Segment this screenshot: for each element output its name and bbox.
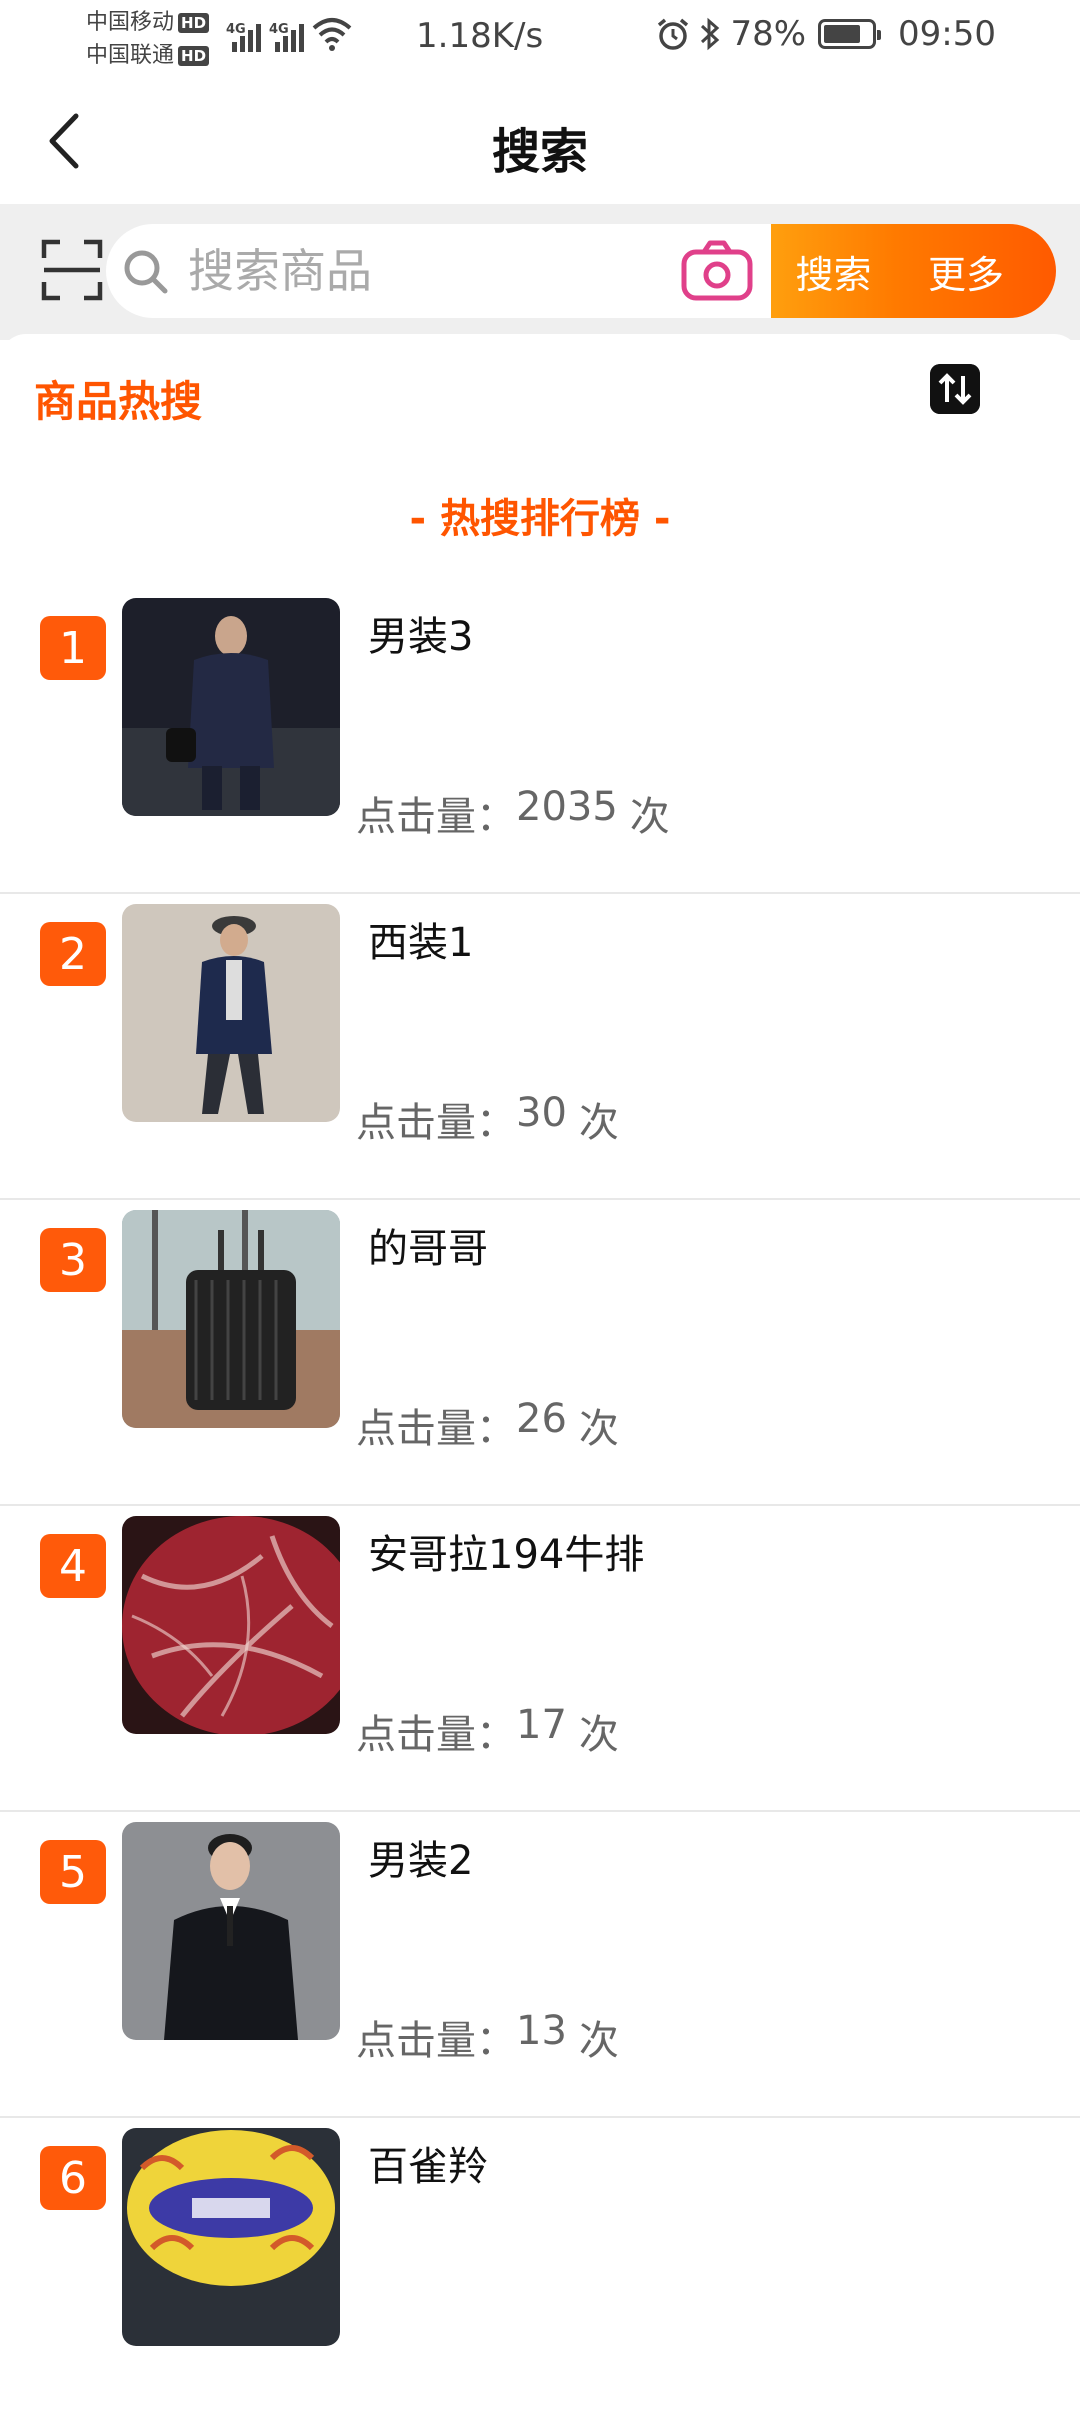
wifi-icon [312, 18, 352, 51]
product-name: 男装3 [368, 614, 474, 660]
product-name: 西装1 [368, 920, 474, 966]
product-image[interactable] [122, 1822, 340, 2040]
search-box: 搜索 更多 [106, 224, 1056, 318]
bluetooth-icon [701, 17, 720, 51]
list-item[interactable]: 5 男装2 点击量： 13 次 [0, 1812, 1080, 2118]
net-speed: 1.18K/s [416, 16, 544, 56]
product-name: 安哥拉194牛排 [368, 1532, 645, 1578]
network-type-2: 4G [269, 22, 289, 37]
click-value: 2035 [516, 784, 618, 830]
product-image[interactable] [122, 904, 340, 1122]
product-name: 百雀羚 [368, 2144, 488, 2190]
click-count: 点击量： 13 次 [356, 2008, 619, 2066]
click-count: 点击量： 30 次 [356, 1090, 619, 1148]
list-item[interactable]: 1 男装3 点击量： 2035 次 [0, 588, 1080, 894]
status-right: 78% 09:50 [656, 14, 996, 54]
header: 搜索 [0, 80, 1080, 204]
list-item[interactable]: 4 安哥拉194牛排 点击量： 17 次 [0, 1506, 1080, 1812]
click-unit: 次 [629, 794, 670, 840]
ranking-heading: - 热搜排行榜 - [409, 496, 671, 542]
product-image[interactable] [122, 1516, 340, 1734]
click-label: 点击量： [356, 2018, 516, 2064]
search-bar: 搜索 更多 [0, 204, 1080, 340]
section-title: 商品热搜 [34, 377, 203, 426]
rank-badge: 4 [40, 1534, 106, 1598]
rank-badge: 2 [40, 922, 106, 986]
click-label: 点击量： [356, 1406, 516, 1452]
click-unit: 次 [578, 2018, 619, 2064]
rank-badge: 1 [40, 616, 106, 680]
more-button[interactable]: 更多 [896, 224, 1056, 318]
hot-search-list: 1 男装3 点击量： 2035 次 2 西装1 点击量： 30 次 3 的哥哥 … [0, 588, 1080, 2424]
carrier-1-name: 中国移动 [86, 10, 175, 35]
camera-icon[interactable] [680, 238, 754, 304]
click-unit: 次 [578, 1100, 619, 1146]
battery-level [824, 25, 860, 43]
click-value: 13 [516, 2008, 567, 2054]
click-count: 点击量： 2035 次 [356, 784, 670, 842]
rank-badge: 5 [40, 1840, 106, 1904]
click-count: 点击量： 17 次 [356, 1702, 619, 1760]
battery-icon [818, 19, 882, 49]
click-label: 点击量： [356, 1100, 516, 1146]
status-bar: 中国移动 HD 中国联通 HD 4G 4G 1.18K/s 78% 09:50 [0, 0, 1080, 80]
product-name: 的哥哥 [368, 1226, 488, 1272]
product-image[interactable] [122, 598, 340, 816]
signal-icon: 4G [226, 22, 261, 52]
list-item[interactable]: 3 的哥哥 点击量： 26 次 [0, 1200, 1080, 1506]
carrier-info: 中国移动 HD 中国联通 HD [86, 6, 210, 72]
click-unit: 次 [578, 1712, 619, 1758]
click-unit: 次 [578, 1406, 619, 1452]
search-icon [124, 250, 168, 294]
click-value: 17 [516, 1702, 567, 1748]
network-type-1: 4G [226, 22, 246, 37]
search-button[interactable]: 搜索 [771, 224, 896, 318]
clock: 09:50 [898, 14, 996, 54]
product-image[interactable] [122, 1210, 340, 1428]
carrier-1: 中国移动 HD [86, 6, 210, 39]
carrier-2-name: 中国联通 [86, 43, 175, 68]
product-image[interactable] [122, 2128, 340, 2346]
click-count: 点击量： 26 次 [356, 1396, 619, 1454]
rank-badge: 3 [40, 1228, 106, 1292]
hot-search-panel: 商品热搜 - 热搜排行榜 - 1 男装3 点击量： 2035 次 2 西装1 点… [0, 334, 1080, 2346]
click-label: 点击量： [356, 1712, 516, 1758]
hd-badge: HD [178, 12, 210, 33]
list-item[interactable]: 6 百雀羚 [0, 2118, 1080, 2424]
hd-badge: HD [178, 45, 210, 66]
alarm-icon [658, 18, 689, 50]
sort-toggle-icon[interactable] [930, 364, 980, 414]
click-label: 点击量： [356, 794, 516, 840]
battery-percent: 78% [730, 14, 807, 54]
click-value: 26 [516, 1396, 567, 1442]
rank-badge: 6 [40, 2146, 106, 2210]
signal-icon: 4G [269, 22, 304, 52]
carrier-2: 中国联通 HD [86, 39, 210, 72]
product-name: 男装2 [368, 1838, 474, 1884]
page-title: 搜索 [491, 124, 588, 180]
signal-icons: 4G 4G [226, 16, 352, 52]
list-item[interactable]: 2 西装1 点击量： 30 次 [0, 894, 1080, 1200]
scan-icon[interactable] [40, 238, 104, 302]
search-input[interactable] [188, 240, 748, 302]
click-value: 30 [516, 1090, 567, 1136]
